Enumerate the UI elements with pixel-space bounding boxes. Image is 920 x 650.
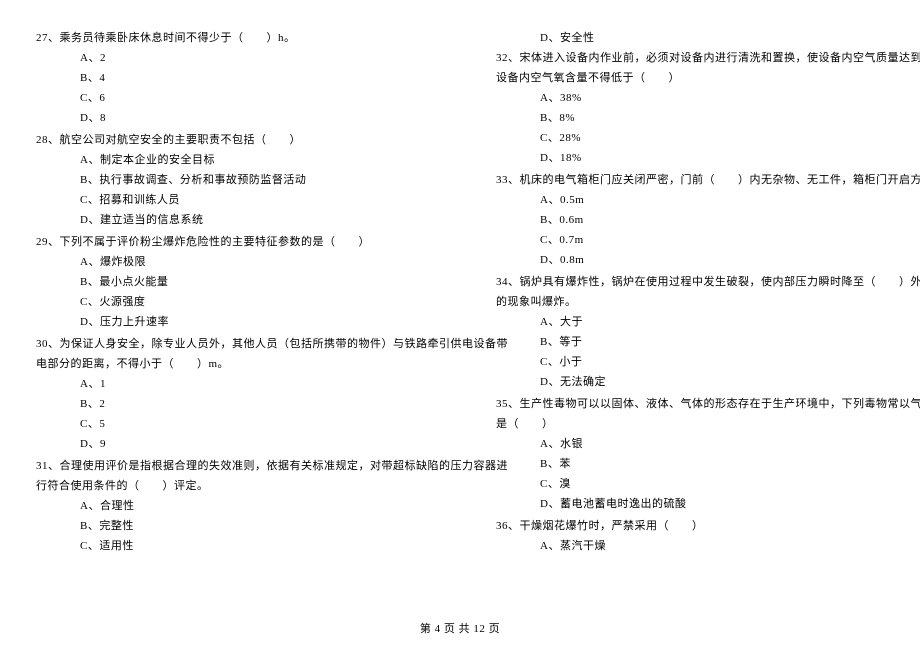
option-d: D、无法确定 — [496, 372, 884, 392]
question-36: 36、干燥烟花爆竹时，严禁采用（ ） A、蒸汽干燥 — [496, 516, 884, 556]
option-a: A、合理性 — [36, 496, 424, 516]
option-a: A、38% — [496, 88, 884, 108]
left-column: 27、乘务员待乘卧床休息时间不得少于（ ）h。 A、2 B、4 C、6 D、8 … — [0, 28, 460, 608]
option-b: B、2 — [36, 394, 424, 414]
question-stem-line1: 30、为保证人身安全，除专业人员外，其他人员（包括所携带的物件）与铁路牵引供电设… — [36, 334, 424, 354]
option-d: D、18% — [496, 148, 884, 168]
option-c: C、6 — [36, 88, 424, 108]
question-35: 35、生产性毒物可以以固体、液体、气体的形态存在于生产环境中，下列毒物常以气态存… — [496, 394, 884, 514]
option-c: C、28% — [496, 128, 884, 148]
option-c: C、溴 — [496, 474, 884, 494]
page-footer: 第 4 页 共 12 页 — [0, 620, 920, 636]
option-b: B、8% — [496, 108, 884, 128]
question-27: 27、乘务员待乘卧床休息时间不得少于（ ）h。 A、2 B、4 C、6 D、8 — [36, 28, 424, 128]
option-a: A、蒸汽干燥 — [496, 536, 884, 556]
question-stem: 36、干燥烟花爆竹时，严禁采用（ ） — [496, 516, 884, 536]
option-a: A、1 — [36, 374, 424, 394]
option-d: D、8 — [36, 108, 424, 128]
page-columns: 27、乘务员待乘卧床休息时间不得少于（ ）h。 A、2 B、4 C、6 D、8 … — [0, 28, 920, 608]
option-a: A、爆炸极限 — [36, 252, 424, 272]
option-c: C、0.7m — [496, 230, 884, 250]
question-30: 30、为保证人身安全，除专业人员外，其他人员（包括所携带的物件）与铁路牵引供电设… — [36, 334, 424, 454]
option-c: C、5 — [36, 414, 424, 434]
question-stem-line2: 是（ ） — [496, 414, 884, 434]
question-stem-line2: 行符合使用条件的（ ）评定。 — [36, 476, 424, 496]
option-b: B、4 — [36, 68, 424, 88]
option-b: B、0.6m — [496, 210, 884, 230]
option-d: D、0.8m — [496, 250, 884, 270]
right-column: D、安全性 32、宋体进入设备内作业前，必须对设备内进行清洗和置换，使设备内空气… — [460, 28, 920, 608]
question-34: 34、锅炉具有爆炸性，锅炉在使用过程中发生破裂，使内部压力瞬时降至（ ）外界大气… — [496, 272, 884, 392]
option-c: C、适用性 — [36, 536, 424, 556]
question-stem-line1: 32、宋体进入设备内作业前，必须对设备内进行清洗和置换，使设备内空气质量达到安全… — [496, 48, 884, 68]
option-d: D、压力上升速率 — [36, 312, 424, 332]
option-b: B、最小点火能量 — [36, 272, 424, 292]
option-a: A、2 — [36, 48, 424, 68]
question-stem-line2: 设备内空气氧含量不得低于（ ） — [496, 68, 884, 88]
question-stem: 27、乘务员待乘卧床休息时间不得少于（ ）h。 — [36, 28, 424, 48]
question-stem: 28、航空公司对航空安全的主要职责不包括（ ） — [36, 130, 424, 150]
question-28: 28、航空公司对航空安全的主要职责不包括（ ） A、制定本企业的安全目标 B、执… — [36, 130, 424, 230]
option-d-q31: D、安全性 — [496, 28, 884, 48]
question-stem-line1: 31、合理使用评价是指根据合理的失效准则，依据有关标准规定，对带超标缺陷的压力容… — [36, 456, 424, 476]
option-a: A、大于 — [496, 312, 884, 332]
option-c: C、小于 — [496, 352, 884, 372]
option-b: B、等于 — [496, 332, 884, 352]
option-d: D、蓄电池蓄电时逸出的硫酸 — [496, 494, 884, 514]
question-stem-line1: 34、锅炉具有爆炸性，锅炉在使用过程中发生破裂，使内部压力瞬时降至（ ）外界大气… — [496, 272, 884, 292]
option-d: D、9 — [36, 434, 424, 454]
question-32: 32、宋体进入设备内作业前，必须对设备内进行清洗和置换，使设备内空气质量达到安全… — [496, 48, 884, 168]
question-stem-line1: 35、生产性毒物可以以固体、液体、气体的形态存在于生产环境中，下列毒物常以气态存… — [496, 394, 884, 414]
option-a: A、0.5m — [496, 190, 884, 210]
option-b: B、执行事故调查、分析和事故预防监督活动 — [36, 170, 424, 190]
question-31: 31、合理使用评价是指根据合理的失效准则，依据有关标准规定，对带超标缺陷的压力容… — [36, 456, 424, 556]
question-stem: 29、下列不属于评价粉尘爆炸危险性的主要特征参数的是（ ） — [36, 232, 424, 252]
option-a: A、水银 — [496, 434, 884, 454]
question-stem-line2: 电部分的距离，不得小于（ ）m。 — [36, 354, 424, 374]
option-a: A、制定本企业的安全目标 — [36, 150, 424, 170]
option-c: C、招募和训练人员 — [36, 190, 424, 210]
question-33: 33、机床的电气箱柜门应关闭严密，门前（ ）内无杂物、无工件，箱柜门开启方便 A… — [496, 170, 884, 270]
question-29: 29、下列不属于评价粉尘爆炸危险性的主要特征参数的是（ ） A、爆炸极限 B、最… — [36, 232, 424, 332]
option-b: B、苯 — [496, 454, 884, 474]
question-stem: 33、机床的电气箱柜门应关闭严密，门前（ ）内无杂物、无工件，箱柜门开启方便 — [496, 170, 884, 190]
option-d: D、建立适当的信息系统 — [36, 210, 424, 230]
option-c: C、火源强度 — [36, 292, 424, 312]
option-b: B、完整性 — [36, 516, 424, 536]
question-stem-line2: 的现象叫爆炸。 — [496, 292, 884, 312]
